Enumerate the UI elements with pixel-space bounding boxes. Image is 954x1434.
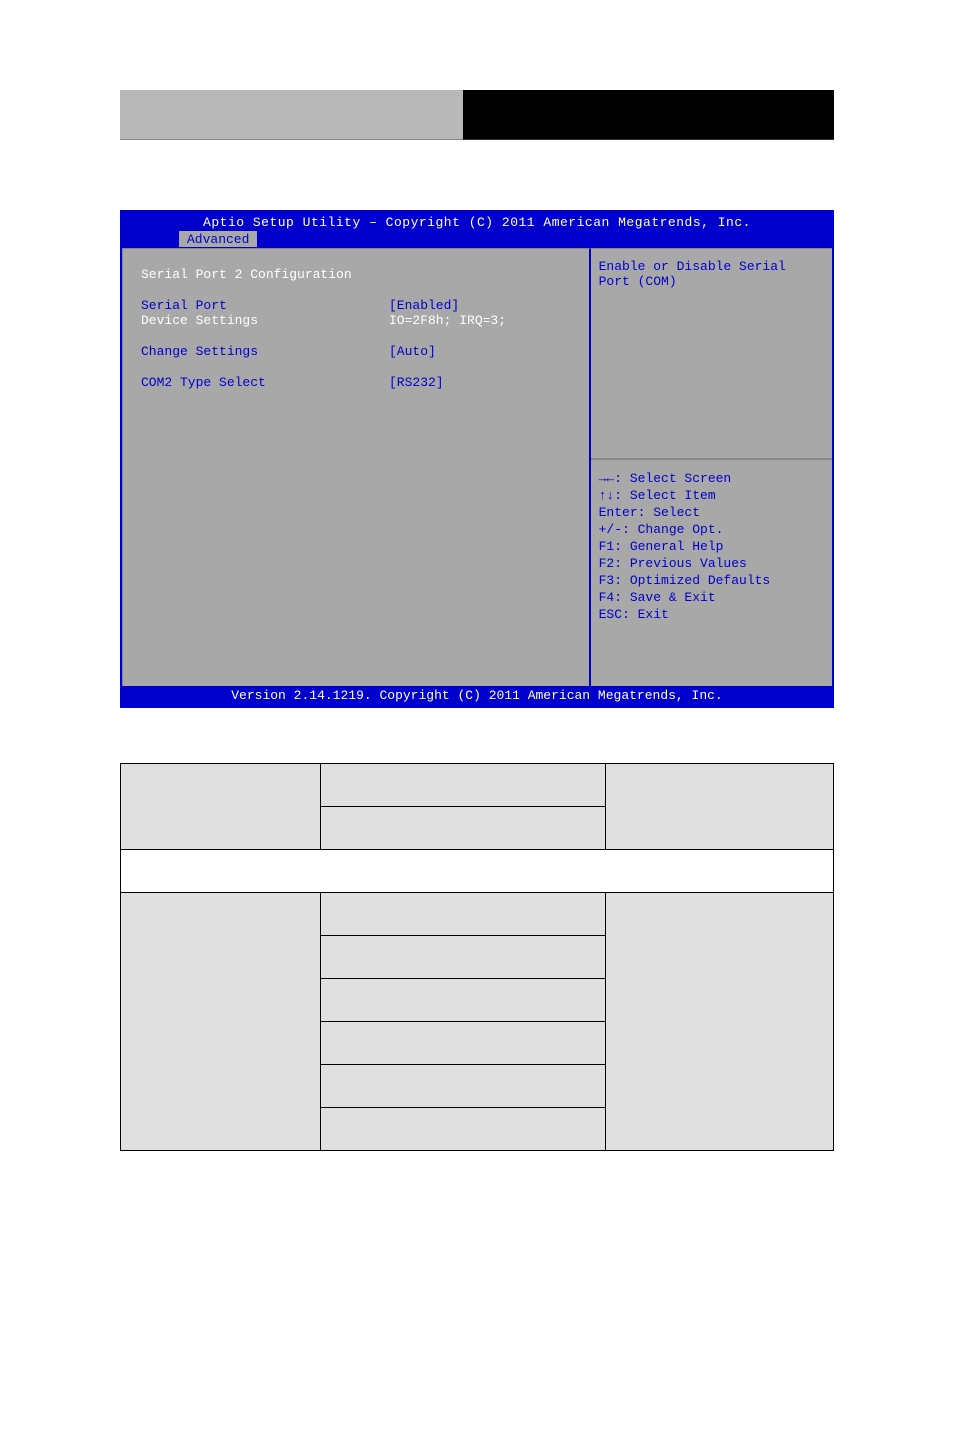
cell: [605, 764, 833, 850]
change-settings-value[interactable]: [Auto]: [389, 344, 436, 359]
cell: [320, 979, 605, 1022]
section-heading: Serial Port 2 Configuration: [141, 267, 589, 282]
key-optimized-defaults: F3: Optimized Defaults: [599, 572, 824, 589]
cell: [605, 893, 833, 1151]
header-right-block: [463, 90, 834, 140]
section-row: [121, 850, 834, 893]
cell: [320, 1065, 605, 1108]
cell: [320, 936, 605, 979]
device-settings-label: Device Settings: [141, 313, 389, 328]
key-general-help: F1: General Help: [599, 538, 824, 555]
key-legend: →←: Select Screen ↑↓: Select Item Enter:…: [591, 459, 832, 633]
bios-tab-row: Advanced: [122, 230, 832, 248]
cell: [121, 893, 321, 1151]
serial-port-value[interactable]: [Enabled]: [389, 298, 459, 313]
cell: [320, 764, 605, 807]
options-table: [120, 763, 834, 1151]
cell: [320, 1022, 605, 1065]
table-row: [121, 893, 834, 936]
key-esc-exit: ESC: Exit: [599, 606, 824, 623]
com2-type-label[interactable]: COM2 Type Select: [141, 375, 389, 390]
help-text: Enable or Disable Serial Port (COM): [591, 249, 832, 459]
bios-title: Aptio Setup Utility – Copyright (C) 2011…: [122, 212, 832, 230]
change-settings-label[interactable]: Change Settings: [141, 344, 389, 359]
cell: [320, 1108, 605, 1151]
bios-main-panel: Serial Port 2 Configuration Serial Port …: [122, 248, 591, 686]
com2-type-value[interactable]: [RS232]: [389, 375, 444, 390]
key-select-item: ↑↓: Select Item: [599, 487, 824, 504]
header-left-block: [120, 90, 463, 140]
table-row: [121, 764, 834, 807]
bios-container: Aptio Setup Utility – Copyright (C) 2011…: [120, 210, 834, 708]
key-previous-values: F2: Previous Values: [599, 555, 824, 572]
key-save-exit: F4: Save & Exit: [599, 589, 824, 606]
cell: [320, 893, 605, 936]
page-header-bar: [120, 90, 834, 140]
key-enter: Enter: Select: [599, 504, 824, 521]
bios-side-panel: Enable or Disable Serial Port (COM) →←: …: [591, 248, 832, 686]
bios-footer: Version 2.14.1219. Copyright (C) 2011 Am…: [122, 686, 832, 706]
device-settings-value: IO=2F8h; IRQ=3;: [389, 313, 506, 328]
cell: [320, 807, 605, 850]
serial-port-label[interactable]: Serial Port: [141, 298, 389, 313]
tab-advanced[interactable]: Advanced: [178, 230, 258, 248]
table-row: [121, 850, 834, 893]
key-change-opt: +/-: Change Opt.: [599, 521, 824, 538]
cell: [121, 764, 321, 850]
bios-body: Serial Port 2 Configuration Serial Port …: [122, 248, 832, 686]
key-select-screen: →←: Select Screen: [599, 470, 824, 487]
